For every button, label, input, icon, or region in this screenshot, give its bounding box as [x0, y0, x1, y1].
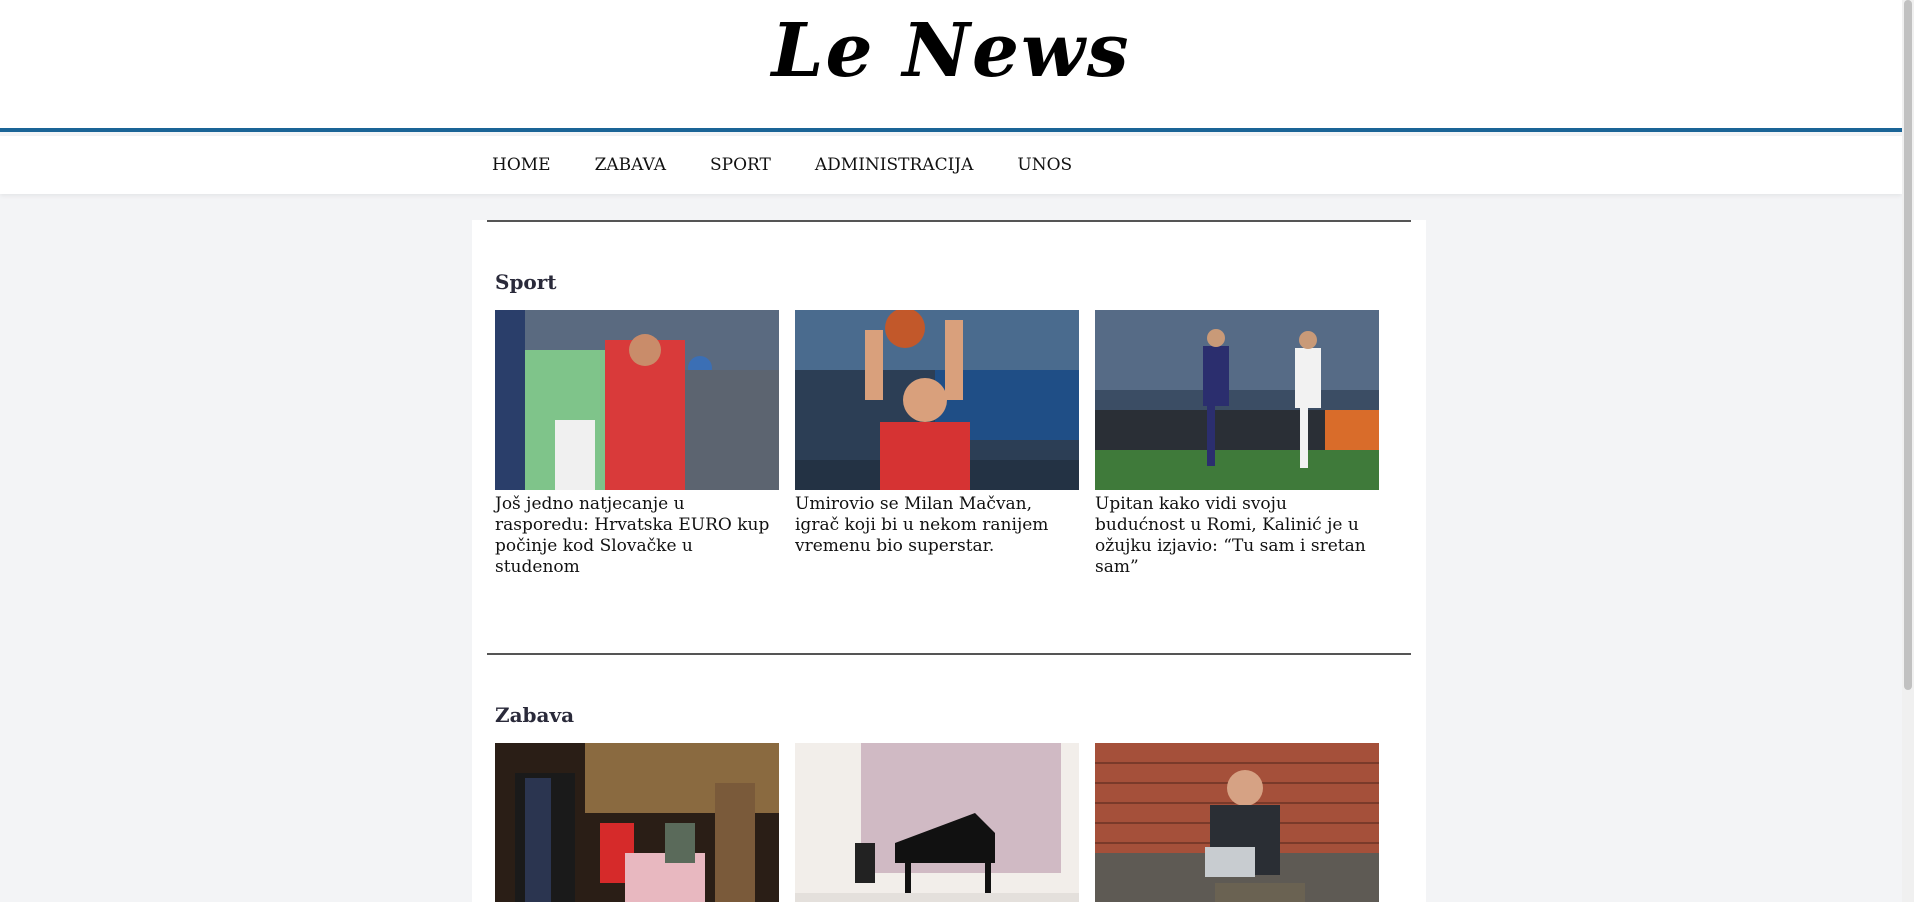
- site-logo[interactable]: Le News: [0, 14, 1902, 88]
- section-zabava: Zabava: [487, 653, 1411, 902]
- basketball-photo[interactable]: [795, 310, 1079, 490]
- handball-photo[interactable]: [495, 310, 779, 490]
- article-title[interactable]: Upitan kako vidi svoju budućnost u Romi,…: [1095, 494, 1379, 578]
- football-photo[interactable]: [1095, 310, 1379, 490]
- nav-item-zabava[interactable]: ZABAVA: [595, 155, 666, 175]
- article-card[interactable]: Još jedno natjecanje u rasporedu: Hrvats…: [495, 310, 779, 578]
- nav-item-sport[interactable]: SPORT: [710, 155, 771, 175]
- nav-item-unos[interactable]: UNOS: [1017, 155, 1072, 175]
- article-card[interactable]: Upitan kako vidi svoju budućnost u Romi,…: [1095, 310, 1379, 578]
- article-title[interactable]: Još jedno natjecanje u rasporedu: Hrvats…: [495, 494, 779, 578]
- piano-photo[interactable]: [795, 743, 1079, 902]
- site-header: Le News: [0, 0, 1902, 132]
- article-card[interactable]: [795, 743, 1079, 902]
- section-divider: [487, 220, 1411, 222]
- article-card[interactable]: [495, 743, 779, 902]
- scrollbar-thumb[interactable]: [1904, 0, 1912, 690]
- section-divider: [487, 653, 1411, 655]
- section-sport: Sport Još jedno natjecanje u rasporedu: …: [487, 220, 1411, 577]
- theatre-photo[interactable]: [495, 743, 779, 902]
- main-nav: HOME ZABAVA SPORT ADMINISTRACIJA UNOS: [0, 136, 1902, 194]
- main-content: Sport Još jedno natjecanje u rasporedu: …: [472, 220, 1426, 902]
- article-card[interactable]: Umirovio se Milan Mačvan, igrač koji bi …: [795, 310, 1079, 557]
- article-title[interactable]: Umirovio se Milan Mačvan, igrač koji bi …: [795, 494, 1079, 557]
- nav-list: HOME ZABAVA SPORT ADMINISTRACIJA UNOS: [492, 136, 1116, 194]
- nav-item-home[interactable]: HOME: [492, 155, 551, 175]
- laptop-man-photo[interactable]: [1095, 743, 1379, 902]
- article-card[interactable]: [1095, 743, 1379, 902]
- page-scrollbar[interactable]: [1902, 0, 1914, 902]
- nav-item-administracija[interactable]: ADMINISTRACIJA: [815, 155, 974, 175]
- section-title-sport: Sport: [495, 270, 557, 294]
- section-title-zabava: Zabava: [495, 703, 575, 727]
